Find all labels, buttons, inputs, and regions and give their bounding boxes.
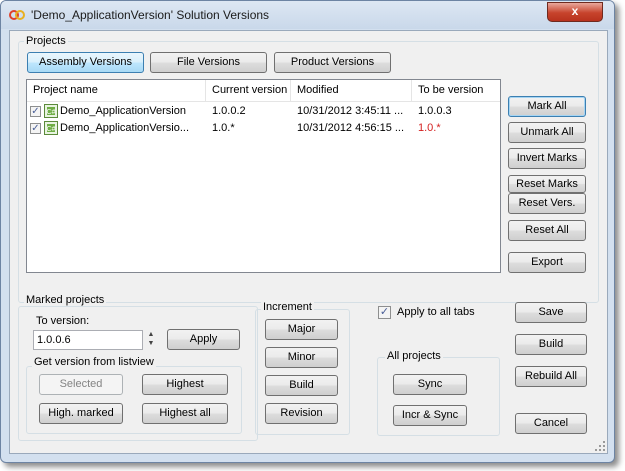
reset-marks-button[interactable]: Reset Marks <box>508 175 586 193</box>
selected-button[interactable]: Selected <box>39 374 123 395</box>
column-header-current-version[interactable]: Current version <box>206 80 291 101</box>
csharp-project-icon: C# <box>44 121 58 135</box>
highest-marked-button[interactable]: High. marked <box>39 403 123 424</box>
increment-group-label: Increment <box>261 301 314 313</box>
tab-product-versions[interactable]: Product Versions <box>274 52 391 73</box>
svg-text:C#: C# <box>47 126 56 133</box>
cell-project-name: Demo_ApplicationVersio... <box>60 122 190 134</box>
tab-assembly-versions[interactable]: Assembly Versions <box>27 52 144 73</box>
save-button[interactable]: Save <box>515 302 587 323</box>
to-version-input[interactable] <box>33 330 143 350</box>
apply-button[interactable]: Apply <box>167 329 240 350</box>
build-button[interactable]: Build <box>515 334 587 355</box>
projects-listview[interactable]: Project name Current version Modified To… <box>26 79 501 273</box>
version-spinner[interactable]: ▲ ▼ <box>146 330 156 350</box>
highest-all-button[interactable]: Highest all <box>142 403 228 424</box>
dialog-window: 'Demo_ApplicationVersion' Solution Versi… <box>0 0 615 463</box>
sync-button[interactable]: Sync <box>393 374 467 395</box>
projects-group-label: Projects <box>24 35 68 47</box>
resize-grip-icon[interactable] <box>595 441 605 451</box>
to-version-label: To version: <box>36 315 90 327</box>
get-version-group-label: Get version from listview <box>32 356 156 368</box>
tab-file-versions[interactable]: File Versions <box>150 52 267 73</box>
unmark-all-button[interactable]: Unmark All <box>508 122 586 143</box>
cell-to-be-version: 1.0.0.3 <box>418 105 452 117</box>
svg-text:C#: C# <box>47 109 56 116</box>
column-header-modified[interactable]: Modified <box>291 80 412 101</box>
export-button[interactable]: Export <box>508 252 586 273</box>
row-checkbox[interactable]: ✓ <box>30 106 41 117</box>
cell-current-version: 1.0.* <box>212 122 235 134</box>
cell-project-name: Demo_ApplicationVersion <box>60 105 186 117</box>
reset-versions-button[interactable]: Reset Vers. <box>508 193 586 214</box>
apply-to-all-tabs-label[interactable]: Apply to all tabs <box>397 306 475 318</box>
revision-button[interactable]: Revision <box>265 403 338 424</box>
rebuild-all-button[interactable]: Rebuild All <box>515 366 587 387</box>
close-icon: x <box>571 4 579 18</box>
reset-all-button[interactable]: Reset All <box>508 220 586 241</box>
cell-modified: 10/31/2012 3:45:11 ... <box>297 105 404 117</box>
csharp-project-icon: C# <box>44 104 58 118</box>
app-icon <box>9 10 25 20</box>
spinner-down-icon[interactable]: ▼ <box>146 339 156 348</box>
minor-button[interactable]: Minor <box>265 347 338 368</box>
cell-modified: 10/31/2012 4:56:15 ... <box>297 122 405 134</box>
mark-all-button[interactable]: Mark All <box>508 96 586 117</box>
major-button[interactable]: Major <box>265 319 338 340</box>
column-header-project-name[interactable]: Project name <box>27 80 206 101</box>
marked-projects-group-label: Marked projects <box>24 294 107 306</box>
cell-to-be-version: 1.0.* <box>418 122 441 134</box>
cancel-button[interactable]: Cancel <box>515 413 587 434</box>
row-checkbox[interactable]: ✓ <box>30 123 41 134</box>
close-button[interactable]: x <box>547 2 603 22</box>
table-row[interactable]: ✓ C# Demo_ApplicationVersio... 1.0.* 10/… <box>27 120 500 137</box>
spinner-up-icon[interactable]: ▲ <box>146 330 156 339</box>
invert-marks-button[interactable]: Invert Marks <box>508 148 586 169</box>
dialog-client-area: Projects Assembly Versions File Versions… <box>9 30 608 454</box>
column-header-to-be-version[interactable]: To be version <box>412 80 500 101</box>
increment-build-button[interactable]: Build <box>265 375 338 396</box>
highest-button[interactable]: Highest <box>142 374 228 395</box>
apply-to-all-tabs-checkbox[interactable]: ✓ <box>378 306 391 319</box>
title-bar[interactable]: 'Demo_ApplicationVersion' Solution Versi… <box>1 1 614 29</box>
window-title: 'Demo_ApplicationVersion' Solution Versi… <box>31 8 270 22</box>
increment-and-sync-button[interactable]: Incr & Sync <box>393 405 467 426</box>
cell-current-version: 1.0.0.2 <box>212 105 246 117</box>
table-row[interactable]: ✓ C# Demo_ApplicationVersion 1.0.0.2 10/… <box>27 103 500 120</box>
listview-header: Project name Current version Modified To… <box>27 80 500 102</box>
all-projects-group-label: All projects <box>385 350 443 362</box>
